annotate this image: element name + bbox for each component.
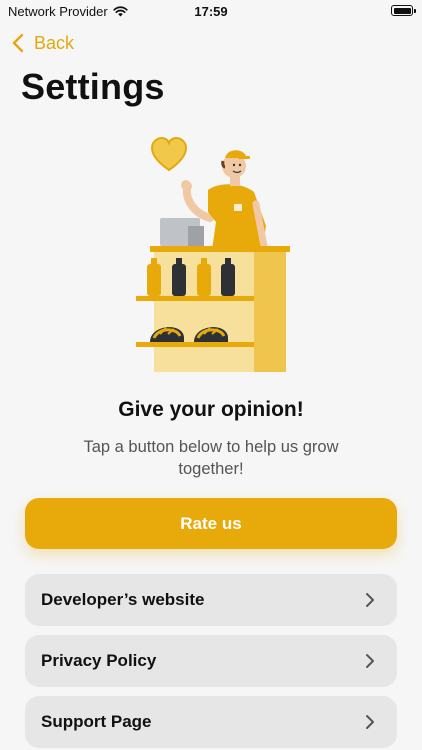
back-label: Back [34,32,75,53]
privacy-policy-row[interactable]: Privacy Policy [25,635,397,687]
clock: 17:59 [194,4,228,19]
support-page-row[interactable]: Support Page [25,696,397,748]
back-button[interactable]: Back [12,31,74,55]
page-title: Settings [21,66,165,107]
row-label: Support Page [41,712,152,731]
promo-heading: Give your opinion! [118,398,304,421]
chevron-left-icon [12,33,24,53]
battery-icon [391,5,416,16]
shop-clerk-illustration [136,136,290,372]
row-label: Developer’s website [41,590,205,609]
heart-icon [150,136,188,172]
chevron-right-icon [366,654,374,668]
row-label: Privacy Policy [41,651,157,670]
chevron-right-icon [366,715,374,729]
developer-website-row[interactable]: Developer’s website [25,574,397,626]
status-bar: Network Provider 17:59 [0,0,422,24]
rate-us-button[interactable]: Rate us [25,498,397,549]
promo-subtitle: Tap a button below to help us grow toget… [83,438,339,478]
chevron-right-icon [366,593,374,607]
